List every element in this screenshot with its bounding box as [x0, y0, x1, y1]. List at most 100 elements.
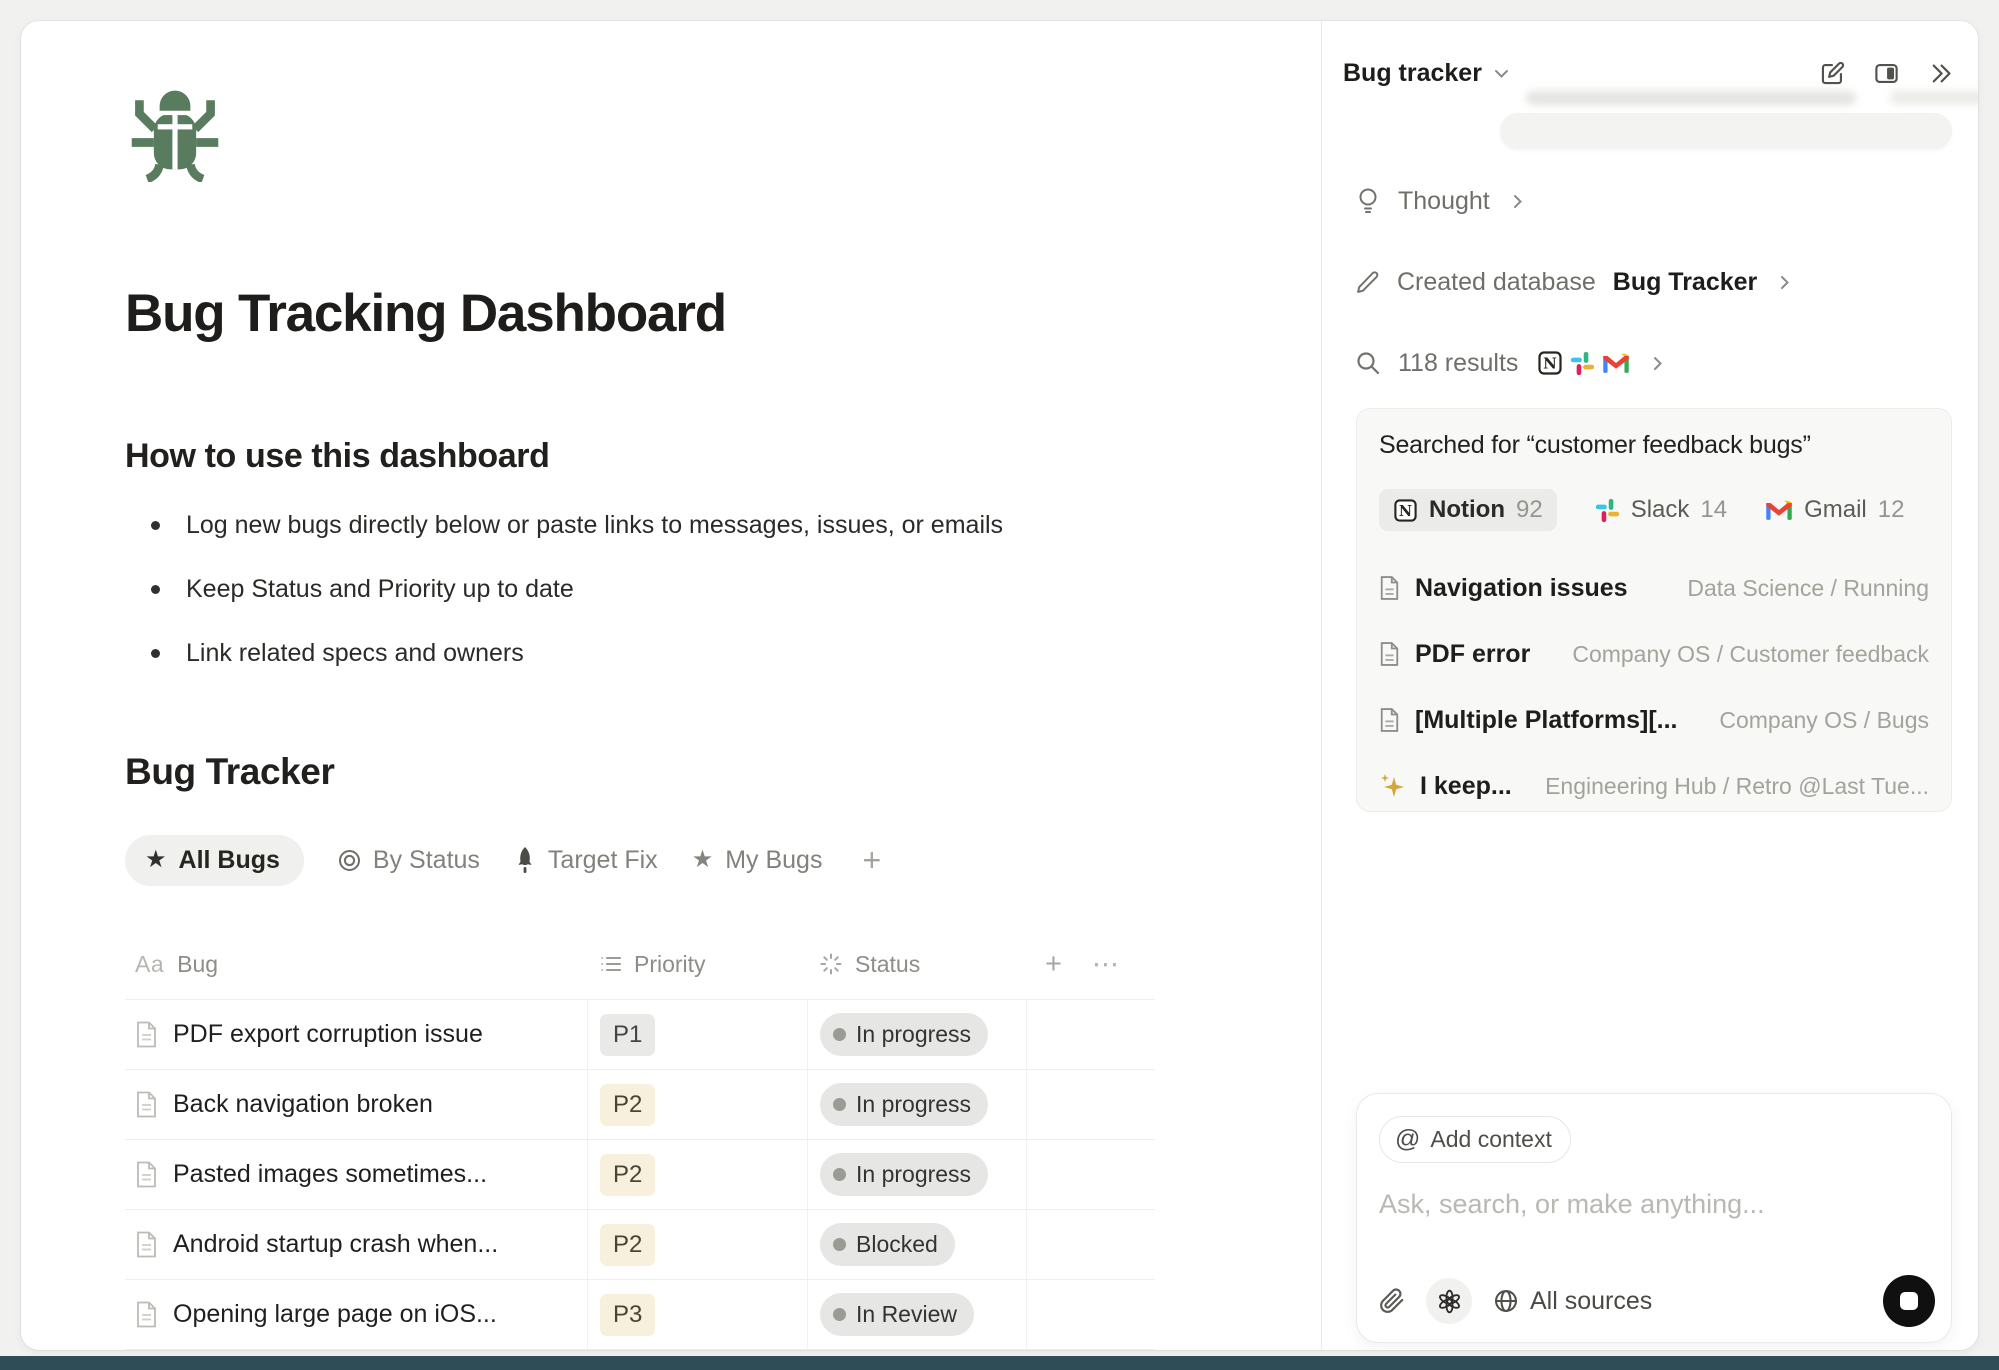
result-list: Navigation issues Data Science / Running…	[1379, 555, 1929, 819]
pencil-icon	[1355, 270, 1380, 295]
help-bullet: Link related specs and owners	[125, 636, 1291, 670]
table-more-button[interactable]: ⋯	[1092, 951, 1121, 978]
at-icon: @	[1395, 1125, 1420, 1154]
priority-tag[interactable]: P3	[600, 1294, 655, 1336]
search-icon	[1355, 350, 1381, 376]
chevron-right-icon	[1649, 355, 1666, 372]
stop-generating-button[interactable]	[1883, 1275, 1935, 1327]
priority-tag[interactable]: P2	[600, 1084, 655, 1126]
star-icon: ★	[692, 848, 714, 872]
priority-tag[interactable]: P2	[600, 1224, 655, 1266]
table-row-partial[interactable]	[125, 1349, 1155, 1350]
sparkles-icon	[1379, 773, 1405, 799]
svg-text:N: N	[1544, 355, 1558, 373]
priority-tag[interactable]: P1	[600, 1014, 655, 1056]
star-icon: ★	[145, 848, 167, 872]
text-type-icon: Aa	[135, 951, 164, 978]
chevron-right-icon	[1776, 274, 1793, 291]
slack-icon	[1595, 498, 1620, 523]
source-tabs: N Notion 92 Slack 14 Gmail 1	[1379, 489, 1929, 531]
bug-title[interactable]: Back navigation broken	[173, 1090, 433, 1119]
slack-icon	[1570, 351, 1595, 376]
app-window: Bug Tracking Dashboard How to use this d…	[0, 0, 1999, 1370]
status-tag[interactable]: In Review	[820, 1293, 974, 1336]
search-results-step[interactable]: 118 results N	[1355, 343, 1954, 383]
priority-tag[interactable]: P2	[600, 1154, 655, 1196]
all-sources-button[interactable]: All sources	[1493, 1287, 1652, 1316]
bottom-progress-bar	[0, 1356, 1999, 1370]
status-dot	[833, 1238, 846, 1251]
view-tab-target-fix[interactable]: Target Fix	[514, 846, 658, 875]
workspace-card: Bug Tracking Dashboard How to use this d…	[21, 21, 1978, 1350]
panel-toggle-icon[interactable]	[1873, 60, 1900, 87]
view-tab-my-bugs[interactable]: ★ My Bugs	[692, 846, 823, 875]
table-row[interactable]: Pasted images sometimes... P2 In progres…	[125, 1139, 1155, 1209]
column-header-priority[interactable]: Priority	[588, 951, 808, 978]
source-tab-gmail[interactable]: Gmail 12	[1765, 496, 1904, 524]
tracker-heading: Bug Tracker	[125, 749, 1291, 795]
attachment-icon[interactable]	[1379, 1288, 1405, 1314]
page-icon	[1379, 641, 1400, 667]
bug-title[interactable]: PDF export corruption issue	[173, 1020, 483, 1049]
page-icon	[1379, 707, 1400, 733]
status-dot	[833, 1098, 846, 1111]
table-row[interactable]: Opening large page on iOS... P3 In Revie…	[125, 1279, 1155, 1349]
collapse-panel-icon[interactable]	[1927, 60, 1954, 87]
status-tag[interactable]: In progress	[820, 1083, 988, 1126]
status-tag[interactable]: Blocked	[820, 1223, 955, 1266]
lightbulb-icon	[1355, 187, 1381, 215]
bug-title[interactable]: Pasted images sometimes...	[173, 1160, 487, 1189]
result-row[interactable]: PDF error Company OS / Customer feedback	[1379, 621, 1929, 687]
status-dot	[833, 1028, 846, 1041]
created-database-step[interactable]: Created database Bug Tracker	[1355, 262, 1954, 302]
thought-step[interactable]: Thought	[1355, 181, 1954, 221]
faded-scroll-remnant	[1500, 89, 1952, 165]
page-icon	[135, 1161, 158, 1188]
source-tab-notion[interactable]: N Notion 92	[1379, 489, 1557, 531]
bug-logo-icon	[125, 78, 225, 182]
page-title: Bug Tracking Dashboard	[125, 282, 1291, 346]
column-header-status[interactable]: Status	[808, 951, 1027, 978]
add-view-button[interactable]: +	[862, 842, 881, 879]
table-row[interactable]: Android startup crash when... P2 Blocked	[125, 1209, 1155, 1279]
help-heading: How to use this dashboard	[125, 434, 1291, 478]
status-dot	[833, 1168, 846, 1181]
rocket-icon	[514, 847, 536, 873]
table-row[interactable]: Back navigation broken P2 In progress	[125, 1069, 1155, 1139]
add-context-button[interactable]: @ Add context	[1379, 1116, 1571, 1163]
status-tag[interactable]: In progress	[820, 1013, 988, 1056]
panel-header: Bug tracker	[1343, 51, 1954, 95]
model-selector-button[interactable]	[1426, 1278, 1472, 1324]
chevron-down-icon[interactable]	[1492, 64, 1511, 83]
page-icon	[1379, 575, 1400, 601]
view-tab-by-status[interactable]: By Status	[338, 846, 480, 875]
view-tab-all-bugs[interactable]: ★ All Bugs	[125, 835, 304, 886]
svg-text:N: N	[1399, 502, 1412, 519]
notion-icon: N	[1537, 350, 1563, 376]
created-database-target: Bug Tracker	[1613, 268, 1758, 297]
bug-title[interactable]: Opening large page on iOS...	[173, 1300, 497, 1329]
page-icon	[135, 1231, 158, 1258]
new-chat-icon[interactable]	[1819, 60, 1846, 87]
status-dot	[833, 1308, 846, 1321]
result-row[interactable]: Navigation issues Data Science / Running	[1379, 555, 1929, 621]
table-header: Aa Bug Priority	[125, 929, 1155, 999]
panel-title[interactable]: Bug tracker	[1343, 59, 1482, 88]
result-row[interactable]: [Multiple Platforms][... Company OS / Bu…	[1379, 687, 1929, 753]
add-column-button[interactable]: +	[1045, 950, 1062, 979]
ai-prompt-input[interactable]	[1379, 1189, 1929, 1220]
help-bullet-list: Log new bugs directly below or paste lin…	[125, 508, 1291, 670]
source-tab-slack[interactable]: Slack 14	[1595, 496, 1727, 524]
table-row[interactable]: PDF export corruption issue P1 In progre…	[125, 999, 1155, 1069]
status-burst-icon	[820, 953, 842, 975]
chevron-right-icon	[1509, 193, 1526, 210]
bug-title[interactable]: Android startup crash when...	[173, 1230, 498, 1259]
help-bullet: Log new bugs directly below or paste lin…	[125, 508, 1291, 542]
status-tag[interactable]: In progress	[820, 1153, 988, 1196]
result-row[interactable]: I keep... Engineering Hub / Retro @Last …	[1379, 753, 1929, 819]
gmail-icon	[1765, 499, 1793, 521]
view-tabs: ★ All Bugs By Status	[125, 832, 1291, 888]
bug-table: Aa Bug Priority	[125, 929, 1155, 1350]
page-icon	[135, 1021, 158, 1048]
column-header-bug[interactable]: Aa Bug	[125, 951, 588, 978]
